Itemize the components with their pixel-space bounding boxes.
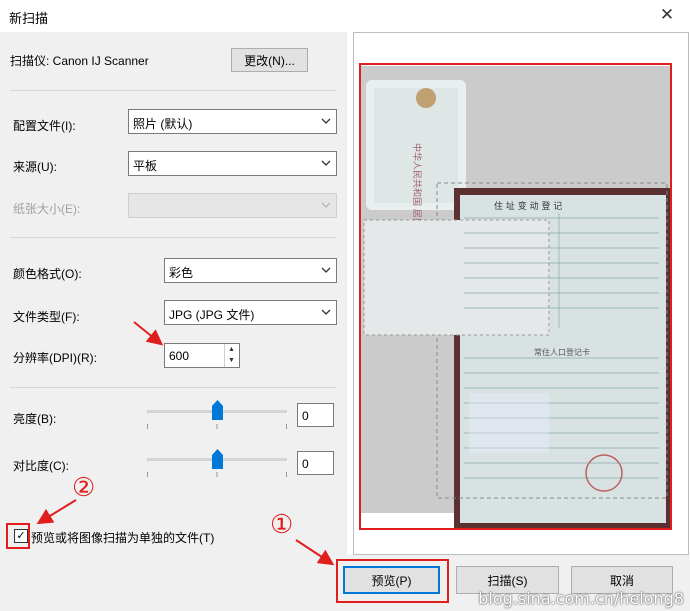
paper-size-label: 纸张大小(E):	[13, 202, 81, 216]
contrast-value: 0	[302, 457, 309, 471]
chevron-down-icon	[321, 160, 331, 166]
color-format-value: 彩色	[169, 266, 194, 280]
close-icon[interactable]: ✕	[658, 6, 676, 24]
brightness-slider-ticks	[147, 424, 287, 429]
chevron-down-icon	[321, 267, 331, 273]
file-type-label: 文件类型(F):	[13, 310, 80, 324]
watermark: blog.sina.com.cn/helong8	[478, 589, 684, 608]
profile-value: 照片 (默认)	[133, 117, 193, 131]
color-format-select[interactable]: 彩色	[164, 258, 337, 283]
scanner-label: 扫描仪: Canon IJ Scanner	[10, 54, 149, 68]
source-select[interactable]: 平板	[128, 151, 337, 176]
annotation-preview-button-box	[336, 559, 449, 603]
file-type-value: JPG (JPG 文件)	[169, 308, 255, 322]
resolution-input[interactable]: 600 ▲ ▼	[164, 343, 240, 368]
profile-select[interactable]: 照片 (默认)	[128, 109, 337, 134]
annotation-preview-frame	[359, 63, 672, 530]
chevron-down-icon	[321, 309, 331, 315]
brightness-label: 亮度(B):	[13, 412, 57, 426]
separate-files-label: 预览或将图像扫描为单独的文件(T)	[31, 531, 215, 545]
annotation-checkbox-box	[6, 523, 30, 549]
change-scanner-button[interactable]: 更改(N)...	[231, 48, 308, 72]
brightness-input[interactable]: 0	[297, 403, 334, 427]
window-title: 新扫描	[9, 11, 49, 26]
contrast-input[interactable]: 0	[297, 451, 334, 475]
contrast-label: 对比度(C):	[13, 459, 69, 473]
title-bar: 新扫描 ✕	[0, 0, 690, 32]
chevron-down-icon	[321, 202, 331, 208]
paper-size-select	[128, 193, 337, 218]
file-type-select[interactable]: JPG (JPG 文件)	[164, 300, 337, 325]
separator	[10, 90, 336, 91]
spin-up-icon[interactable]: ▲	[225, 344, 238, 355]
source-label: 来源(U):	[13, 160, 57, 174]
spin-down-icon[interactable]: ▼	[225, 355, 238, 366]
separator	[10, 387, 336, 388]
brightness-value: 0	[302, 409, 309, 423]
color-format-label: 颜色格式(O):	[13, 267, 82, 281]
source-value: 平板	[133, 159, 158, 173]
profile-label: 配置文件(I):	[13, 119, 76, 133]
contrast-slider-thumb[interactable]	[211, 449, 223, 469]
annotation-number-one: ①	[270, 510, 294, 540]
chevron-down-icon	[321, 118, 331, 124]
resolution-value: 600	[169, 349, 190, 363]
settings-panel: 扫描仪: Canon IJ Scanner 更改(N)... 配置文件(I): …	[0, 32, 347, 555]
annotation-number-two: ②	[72, 473, 96, 503]
contrast-slider-ticks	[147, 472, 287, 477]
separator	[10, 237, 336, 238]
resolution-label: 分辨率(DPI)(R):	[13, 351, 97, 365]
brightness-slider-thumb[interactable]	[211, 400, 223, 420]
resolution-spinner[interactable]: ▲ ▼	[224, 344, 238, 367]
